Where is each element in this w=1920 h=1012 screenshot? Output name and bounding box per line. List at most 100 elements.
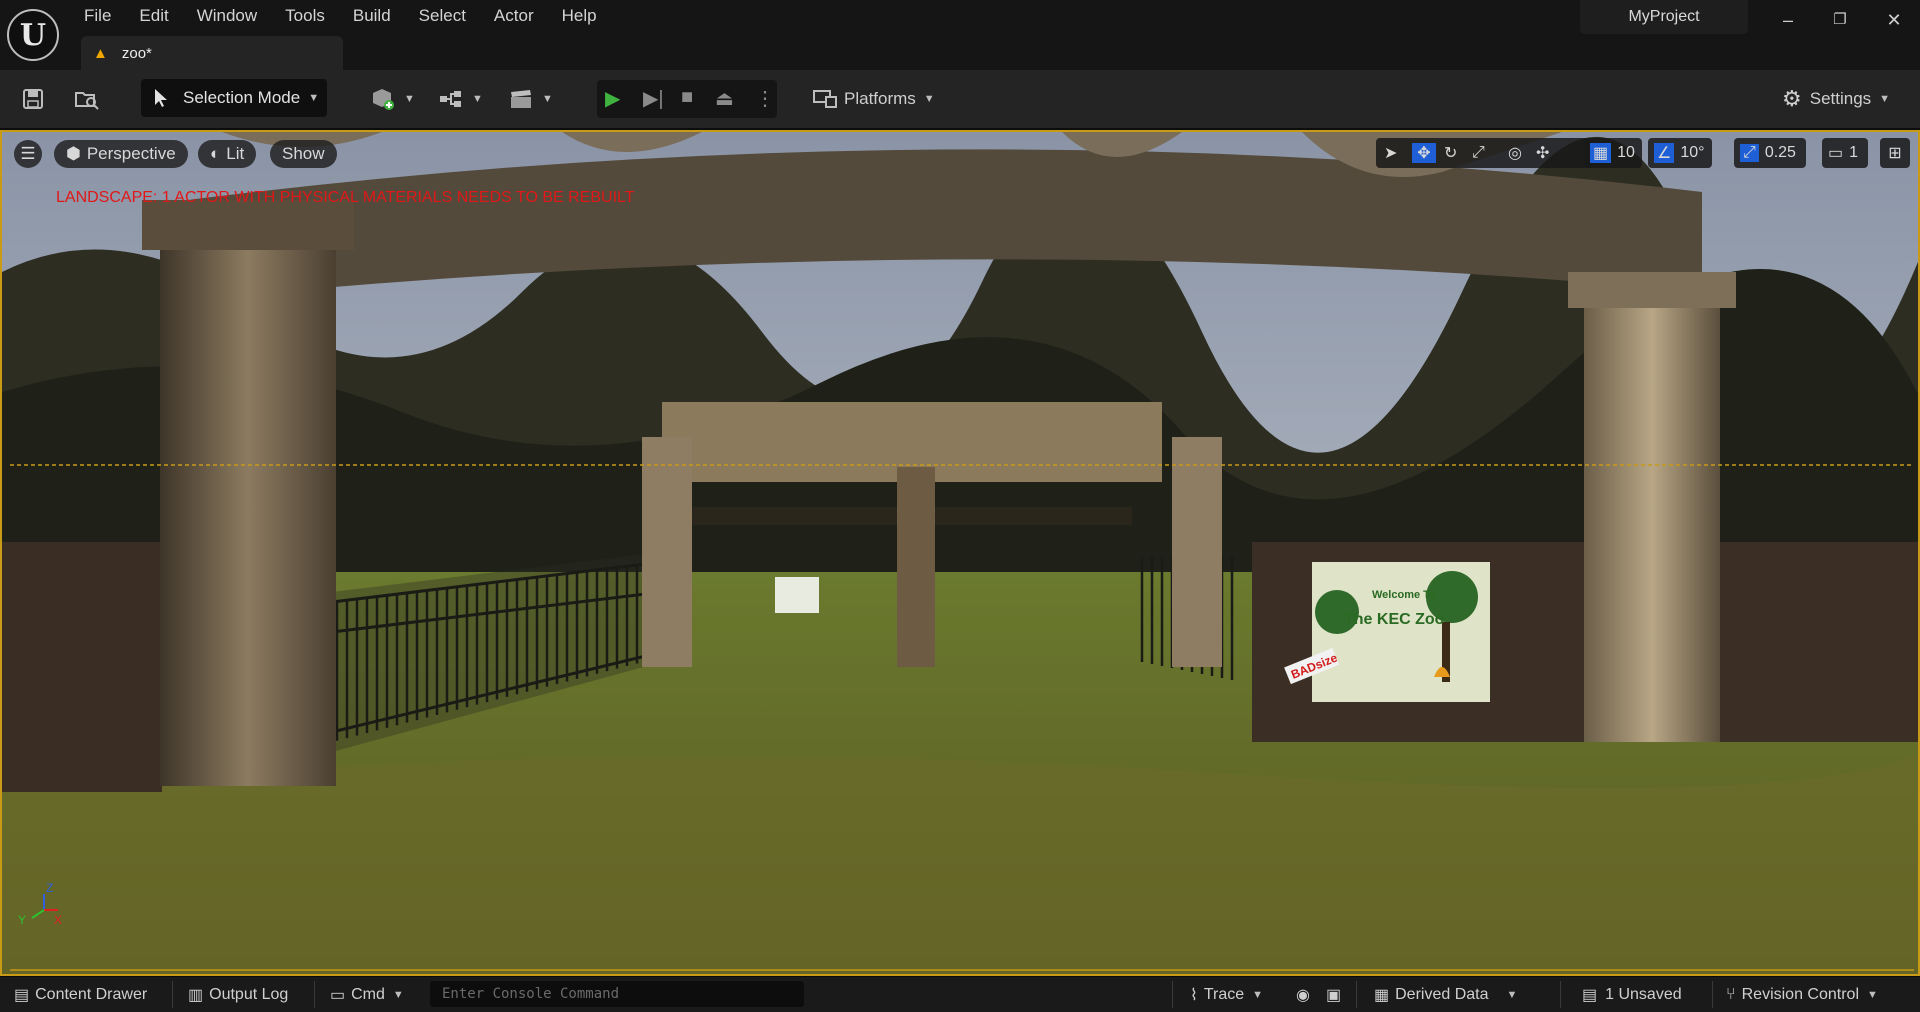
chevron-down-icon: ▼ [1506, 988, 1518, 1001]
platforms-label: Platforms [844, 89, 916, 108]
derived-data-dropdown[interactable]: ▦ Derived Data ▼ [1374, 977, 1517, 1012]
chevron-down-icon: ▼ [308, 92, 320, 104]
cmd-label: Cmd [351, 985, 385, 1003]
menu-select[interactable]: Select [405, 0, 480, 30]
level-tab-label: zoo* [121, 44, 152, 62]
unsaved-button[interactable]: ▤ 1 Unsaved [1582, 977, 1682, 1012]
scale-snap-icon: ⤢ [1740, 144, 1759, 162]
selection-mode-label: Selection Mode [183, 88, 301, 107]
unsaved-label: 1 Unsaved [1605, 985, 1682, 1003]
viewport-menu-button[interactable]: ☰ [14, 140, 42, 168]
divider [1560, 981, 1561, 1008]
rotate-icon[interactable]: ↻ [1444, 143, 1457, 163]
eject-icon[interactable]: ⏏ [715, 86, 734, 111]
chevron-down-icon: ▼ [472, 93, 483, 105]
sign-line2: The KEC Zoo [1344, 611, 1445, 628]
insights-icon[interactable]: ▣ [1326, 977, 1341, 1012]
chevron-down-icon: ▼ [1252, 988, 1264, 1001]
menu-build[interactable]: Build [339, 0, 405, 30]
show-label: Show [282, 144, 325, 163]
platforms-dropdown[interactable]: Platforms ▼ [812, 80, 935, 118]
restore-button[interactable]: ❐ [1822, 6, 1858, 36]
more-options-icon[interactable]: ⋮ [755, 86, 775, 111]
divider [1356, 981, 1357, 1008]
record-icon[interactable]: ◉ [1296, 977, 1310, 1012]
rotation-snap[interactable]: ∠ 10° [1648, 138, 1712, 168]
camera-icon: ▭ [1828, 145, 1844, 162]
camera-speed[interactable]: ▭ 1 [1822, 138, 1868, 168]
divider [1712, 981, 1713, 1008]
stop-icon[interactable]: ■ [681, 86, 693, 109]
play-icon[interactable]: ▶ [605, 86, 620, 111]
revision-control-icon: ⑂ [1726, 985, 1736, 1003]
output-log-button[interactable]: ▥ Output Log [188, 977, 288, 1012]
menu-window[interactable]: Window [183, 0, 271, 30]
title-bar: U File Edit Window Tools Build Select Ac… [0, 0, 1920, 70]
grid-snap[interactable]: ▦ 10 [1584, 138, 1642, 168]
selection-mode-dropdown[interactable]: Selection Mode ▼ [141, 79, 327, 117]
small-map-board [775, 577, 819, 613]
sign-line1: Welcome To [1372, 589, 1436, 601]
cmd-dropdown[interactable]: ▭ Cmd ▼ [330, 977, 404, 1012]
revision-control-dropdown[interactable]: ⑂ Revision Control ▼ [1726, 977, 1878, 1012]
axis-y-label: Y [18, 913, 26, 927]
add-actor-dropdown[interactable]: ▼ [370, 80, 415, 118]
content-drawer-icon: ▤ [14, 986, 30, 1004]
warning-icon: ▲ [93, 44, 108, 62]
scale-icon[interactable]: ⤢ [1472, 144, 1485, 162]
menu-edit[interactable]: Edit [125, 0, 182, 30]
close-button[interactable]: ✕ [1876, 6, 1912, 36]
output-log-icon: ▥ [188, 986, 204, 1004]
blueprints-dropdown[interactable]: ▼ [438, 80, 483, 118]
platforms-icon [813, 90, 837, 108]
grid-snap-value: 10 [1617, 144, 1635, 161]
level-tab[interactable]: ▲ zoo* [81, 36, 343, 70]
minimize-button[interactable]: – [1770, 6, 1806, 36]
revision-control-label: Revision Control [1741, 985, 1859, 1003]
settings-dropdown[interactable]: ⚙ Settings ▼ [1782, 80, 1890, 118]
skip-icon[interactable]: ▶| [643, 86, 664, 111]
content-drawer-label: Content Drawer [35, 985, 148, 1003]
chevron-down-icon: ▼ [1879, 93, 1891, 105]
scale-snap[interactable]: ⤢ 0.25 [1734, 138, 1806, 168]
save-icon[interactable] [18, 84, 48, 114]
unreal-logo[interactable]: U [7, 9, 59, 61]
viewport-layout-button[interactable]: ⊞ [1880, 138, 1910, 168]
browse-content-icon[interactable] [72, 84, 102, 114]
add-actor-icon [373, 89, 394, 110]
chevron-down-icon: ▼ [392, 988, 404, 1001]
menu-actor[interactable]: Actor [480, 0, 548, 30]
menu-tools[interactable]: Tools [271, 0, 339, 30]
console-input[interactable]: Enter Console Command [430, 981, 804, 1007]
cinematics-dropdown[interactable]: ▼ [508, 80, 553, 118]
database-icon: ▦ [1374, 986, 1390, 1004]
perspective-label: Perspective [86, 144, 176, 163]
surface-snap-icon[interactable]: ✣ [1536, 143, 1549, 163]
world-local-icon[interactable]: ◎ [1508, 143, 1522, 163]
level-viewport[interactable]: Welcome To The KEC Zoo BADsize LANDSCAPE… [0, 130, 1920, 976]
lit-label: Lit [226, 144, 245, 163]
select-cursor-icon [155, 89, 167, 107]
divider [172, 981, 173, 1008]
welcome-sign: Welcome To The KEC Zoo [1312, 562, 1490, 702]
settings-label: Settings [1809, 89, 1872, 108]
hamburger-icon: ☰ [20, 144, 36, 163]
perspective-dropdown[interactable]: ⬢ Perspective [54, 140, 188, 168]
lit-dropdown[interactable]: ◐ Lit [198, 140, 257, 168]
project-name: MyProject [1580, 0, 1748, 34]
menu-file[interactable]: File [70, 0, 125, 30]
unsaved-assets-icon: ▤ [1582, 986, 1598, 1004]
trace-dropdown[interactable]: ⌇ Trace ▼ [1190, 977, 1263, 1012]
chevron-down-icon: ▼ [404, 93, 415, 105]
axis-z-label: Z [46, 881, 53, 895]
menu-help[interactable]: Help [548, 0, 611, 30]
angle-icon: ∠ [1654, 143, 1675, 163]
rebuild-warning: LANDSCAPE: 1 ACTOR WITH PHYSICAL MATERIA… [56, 189, 635, 206]
gear-icon: ⚙ [1782, 86, 1802, 111]
axis-x-label: X [54, 913, 62, 927]
cube-icon: ⬢ [66, 144, 81, 163]
show-dropdown[interactable]: Show [270, 140, 337, 168]
translate-icon[interactable]: ✥ [1412, 143, 1436, 163]
content-drawer-button[interactable]: ▤ Content Drawer [14, 977, 147, 1012]
select-cursor-icon[interactable]: ➤ [1384, 143, 1397, 163]
